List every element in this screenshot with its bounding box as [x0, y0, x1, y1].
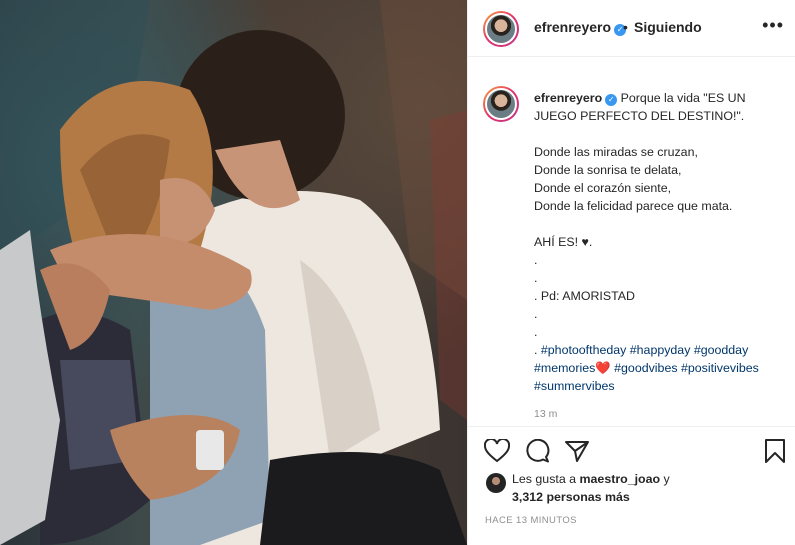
likes-count[interactable]: 3,312 personas más — [512, 490, 630, 504]
post-caption: efrenreyero ✓ Porque la vida "ES UN JUEGO… — [468, 58, 795, 426]
post-photo[interactable] — [0, 0, 467, 545]
caption-text: efrenreyero ✓ Porque la vida "ES UN JUEGO… — [534, 89, 784, 395]
photo-illustration — [0, 0, 467, 545]
comment-icon[interactable] — [524, 439, 550, 463]
following-button[interactable]: Siguiendo — [634, 19, 702, 35]
caption-verified-badge-icon: ✓ — [605, 94, 618, 106]
author-username[interactable]: efrenreyero ✓ — [534, 19, 627, 36]
author-avatar[interactable] — [483, 11, 519, 47]
caption-body: Porque la vida "ES UN JUEGO PERFECTO DEL… — [534, 91, 746, 339]
header-separator: • — [623, 19, 628, 35]
likes-summary: Les gusta a maestro_joao y 3,312 persona… — [485, 468, 785, 508]
share-icon[interactable] — [564, 439, 590, 463]
caption-author-avatar[interactable] — [483, 86, 519, 122]
liker-avatar[interactable] — [486, 473, 506, 493]
caption-hashtag-prefix: . — [534, 343, 541, 357]
post-header: efrenreyero ✓ • Siguiendo ••• — [468, 0, 795, 57]
post-side-panel: efrenreyero ✓ • Siguiendo ••• efrenreyero… — [467, 0, 795, 545]
post-timestamp[interactable]: HACE 13 MINUTOS — [485, 515, 577, 526]
likes-line: Les gusta a maestro_joao y — [512, 472, 670, 486]
caption-relative-time: 13 m — [534, 408, 558, 420]
liker-username[interactable]: maestro_joao — [580, 472, 661, 486]
heart-icon[interactable] — [484, 439, 510, 463]
bookmark-icon[interactable] — [764, 438, 786, 464]
caption-hashtags[interactable]: #photooftheday #happyday #goodday #memor… — [534, 343, 759, 393]
caption-username[interactable]: efrenreyero — [534, 91, 602, 105]
more-options-icon[interactable]: ••• — [762, 16, 784, 34]
